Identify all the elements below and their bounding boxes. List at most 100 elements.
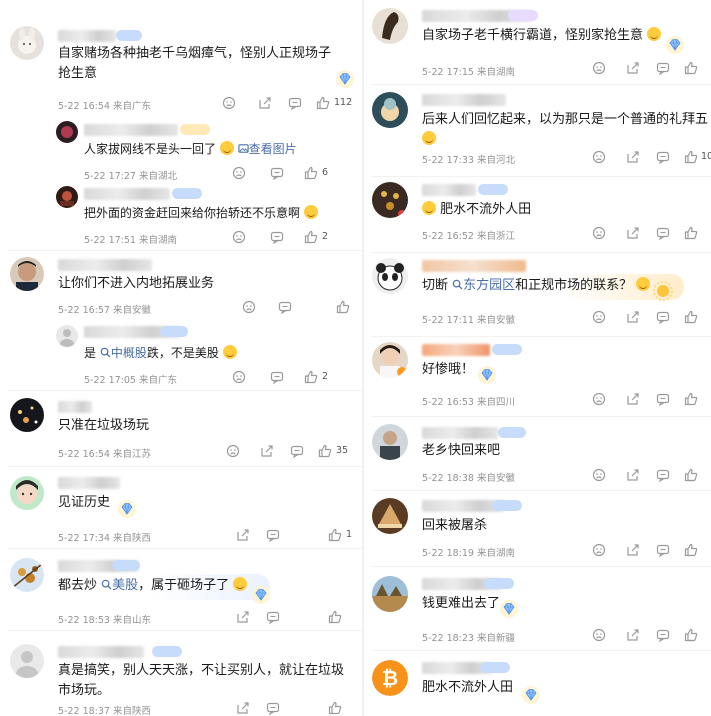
- reply-icon[interactable]: [270, 230, 284, 244]
- username-redacted[interactable]: [422, 184, 476, 196]
- username-redacted[interactable]: [422, 94, 506, 106]
- dislike-icon[interactable]: [592, 310, 606, 324]
- avatar[interactable]: [10, 644, 44, 678]
- username-redacted[interactable]: [58, 30, 116, 42]
- avatar[interactable]: ₿: [372, 660, 408, 696]
- dislike-icon[interactable]: [592, 150, 606, 164]
- reply-icon[interactable]: [656, 468, 670, 482]
- topic-link[interactable]: 美股: [101, 578, 138, 593]
- reply-icon[interactable]: [266, 528, 280, 542]
- reply-icon[interactable]: [270, 370, 284, 384]
- share-icon[interactable]: [258, 96, 272, 110]
- username-redacted[interactable]: [58, 646, 144, 658]
- dislike-icon[interactable]: [592, 392, 606, 406]
- fan-badge: [508, 10, 538, 21]
- share-icon[interactable]: [626, 226, 640, 240]
- dislike-icon[interactable]: [222, 96, 236, 110]
- like-icon[interactable]: [316, 96, 330, 110]
- like-icon[interactable]: [684, 468, 698, 482]
- avatar[interactable]: [56, 186, 78, 208]
- share-icon[interactable]: [236, 528, 250, 542]
- like-icon[interactable]: [684, 310, 698, 324]
- like-icon[interactable]: [318, 444, 332, 458]
- reply-icon[interactable]: [656, 310, 670, 324]
- reply-icon[interactable]: [656, 543, 670, 557]
- reply-icon[interactable]: [656, 628, 670, 642]
- avatar[interactable]: [372, 424, 408, 460]
- share-icon[interactable]: [236, 701, 250, 715]
- share-icon[interactable]: [236, 610, 250, 624]
- topic-link[interactable]: 中概股: [100, 346, 147, 360]
- like-icon[interactable]: [684, 392, 698, 406]
- like-icon[interactable]: [304, 230, 318, 244]
- like-icon[interactable]: [684, 543, 698, 557]
- share-icon[interactable]: [260, 444, 274, 458]
- dislike-icon[interactable]: [592, 628, 606, 642]
- dislike-icon[interactable]: [232, 370, 246, 384]
- share-icon[interactable]: [626, 392, 640, 406]
- dislike-icon[interactable]: [226, 444, 240, 458]
- share-icon[interactable]: [626, 61, 640, 75]
- reply-icon[interactable]: [656, 61, 670, 75]
- like-icon[interactable]: [684, 628, 698, 642]
- username-redacted[interactable]: [58, 401, 92, 413]
- share-icon[interactable]: [626, 468, 640, 482]
- username-redacted[interactable]: [84, 188, 170, 200]
- like-icon[interactable]: [304, 370, 318, 384]
- avatar[interactable]: [372, 8, 408, 44]
- avatar[interactable]: [56, 121, 78, 143]
- dislike-icon[interactable]: [242, 300, 256, 314]
- avatar[interactable]: [10, 26, 44, 60]
- like-count: 2: [322, 231, 329, 242]
- username-redacted[interactable]: [58, 259, 152, 271]
- avatar[interactable]: [10, 257, 44, 291]
- username-redacted[interactable]: [84, 124, 178, 136]
- comment-item: 好惨哦！ 5-22 16:53 来自四川: [364, 336, 711, 416]
- avatar[interactable]: [372, 182, 408, 218]
- username-redacted[interactable]: [58, 477, 120, 489]
- reply-text: 人家拔网线不是头一回了 查看图片: [84, 141, 297, 156]
- reply-icon[interactable]: [266, 610, 280, 624]
- view-image-link[interactable]: 查看图片: [238, 142, 297, 156]
- avatar[interactable]: [10, 558, 44, 592]
- dislike-icon[interactable]: [592, 468, 606, 482]
- avatar[interactable]: [10, 398, 44, 432]
- share-icon[interactable]: [626, 150, 640, 164]
- avatar[interactable]: [372, 258, 408, 294]
- like-icon[interactable]: [304, 166, 318, 180]
- avatar[interactable]: [10, 476, 44, 510]
- dislike-icon[interactable]: [232, 166, 246, 180]
- dislike-icon[interactable]: [592, 226, 606, 240]
- dislike-icon[interactable]: [592, 61, 606, 75]
- like-icon[interactable]: [684, 150, 698, 164]
- avatar[interactable]: [56, 325, 78, 347]
- topic-link[interactable]: 东方园区: [452, 278, 515, 293]
- username-redacted[interactable]: [422, 427, 498, 439]
- reply-icon[interactable]: [270, 166, 284, 180]
- laugh-emoji-icon: [647, 27, 662, 41]
- username-redacted[interactable]: [422, 260, 526, 272]
- like-icon[interactable]: [328, 701, 342, 715]
- share-icon[interactable]: [626, 543, 640, 557]
- share-icon[interactable]: [626, 628, 640, 642]
- reply-icon[interactable]: [656, 150, 670, 164]
- reply-icon[interactable]: [278, 300, 292, 314]
- username-redacted[interactable]: [422, 344, 490, 356]
- reply-icon[interactable]: [656, 226, 670, 240]
- share-icon[interactable]: [626, 310, 640, 324]
- avatar[interactable]: [372, 576, 408, 612]
- dislike-icon[interactable]: [592, 543, 606, 557]
- like-icon[interactable]: [328, 528, 342, 542]
- reply-icon[interactable]: [656, 392, 670, 406]
- like-icon[interactable]: [684, 61, 698, 75]
- reply-icon[interactable]: [288, 96, 302, 110]
- dislike-icon[interactable]: [232, 230, 246, 244]
- avatar[interactable]: [372, 498, 408, 534]
- avatar[interactable]: [372, 342, 408, 378]
- like-icon[interactable]: [336, 300, 350, 314]
- like-icon[interactable]: [328, 610, 342, 624]
- like-icon[interactable]: [684, 226, 698, 240]
- avatar[interactable]: [372, 92, 408, 128]
- reply-icon[interactable]: [266, 701, 280, 715]
- reply-icon[interactable]: [290, 444, 304, 458]
